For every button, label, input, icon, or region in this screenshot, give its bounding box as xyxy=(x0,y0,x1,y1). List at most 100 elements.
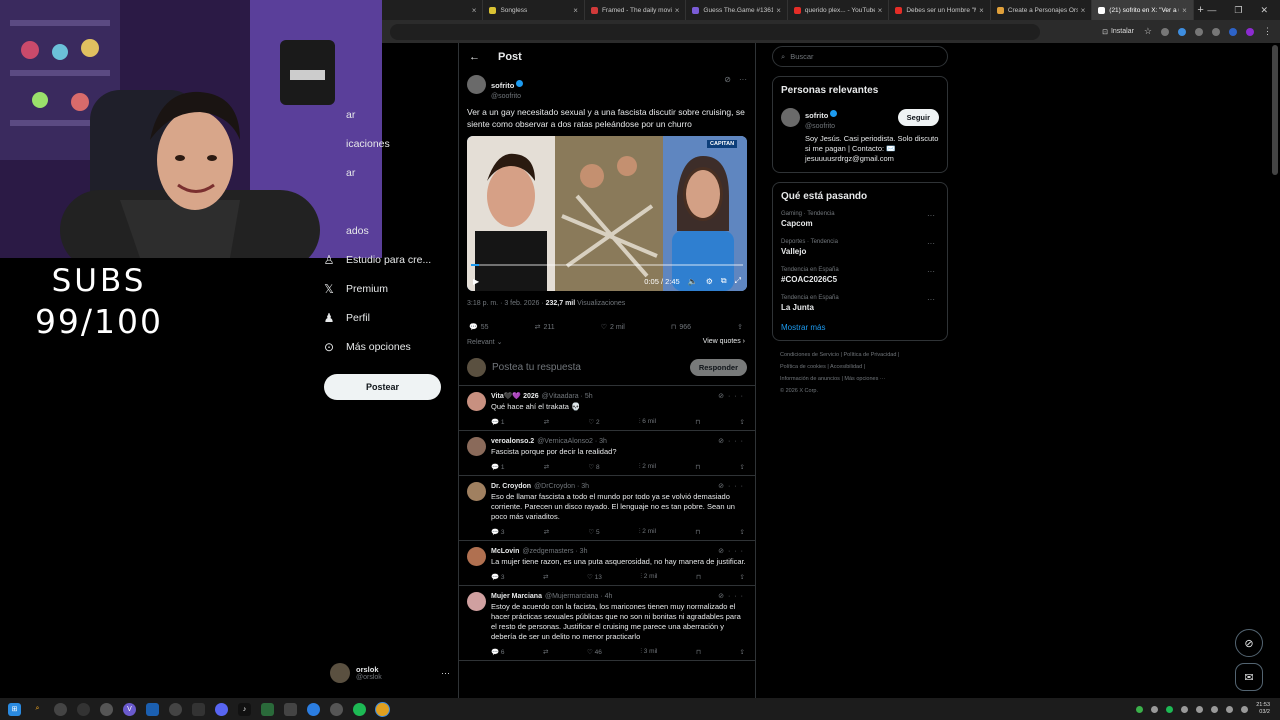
nav-item-creator-studio[interactable]: ♙ Estudio para cre... xyxy=(322,245,458,274)
comment-item[interactable]: Vita🖤💜 2026 @Vitaadara · 5h ⊘··· Qué hace a… xyxy=(459,386,755,431)
reply-action[interactable]: 💬 6 xyxy=(491,648,505,656)
like-action[interactable]: ♡ 13 xyxy=(587,573,602,581)
trend-item[interactable]: Tendencia en España La Junta ··· xyxy=(781,295,939,312)
footer-line[interactable]: Información de anuncios | Más opciones ·… xyxy=(780,373,940,385)
more-icon[interactable]: ··· xyxy=(927,239,935,248)
trend-item[interactable]: Tendencia en España #COAC2026C5 ··· xyxy=(781,267,939,284)
author-name[interactable]: sofrito xyxy=(491,81,514,90)
app-icon[interactable] xyxy=(100,702,113,716)
address-bar[interactable] xyxy=(390,23,1040,40)
back-arrow-icon[interactable]: ← xyxy=(469,51,480,63)
comment-item[interactable]: Mujer Marciana @Mujermarciana · 4h ⊘··· Est… xyxy=(459,586,755,661)
show-more-link[interactable]: Mostrar más xyxy=(781,323,939,332)
sort-dropdown[interactable]: Relevant ⌄ xyxy=(467,338,502,346)
tab-guess-the-game[interactable]: Guess The.Game #1361 × xyxy=(686,0,788,20)
comment-item[interactable]: Dr. Croydon @DrCroydon · 3h ⊘··· Eso de lla… xyxy=(459,476,755,541)
wifi-icon[interactable] xyxy=(1226,705,1234,713)
scrollbar[interactable] xyxy=(1272,45,1278,175)
comment-author[interactable]: Mujer Marciana xyxy=(491,593,542,600)
more-icon[interactable]: ··· xyxy=(739,75,747,100)
avatar[interactable] xyxy=(467,482,486,501)
grok-icon[interactable]: ⊘ xyxy=(718,593,728,600)
tray-icon[interactable] xyxy=(1166,705,1174,713)
extension-icon[interactable] xyxy=(1229,27,1237,36)
repost-action[interactable]: ⇄ xyxy=(543,648,548,656)
clock[interactable]: 21:53 03/2 xyxy=(1256,702,1270,716)
follow-button[interactable]: Seguir xyxy=(897,109,939,126)
bookmark-star-icon[interactable]: ☆ xyxy=(1144,26,1152,37)
post-button[interactable]: Postear xyxy=(324,374,441,400)
grok-icon[interactable]: ⊘ xyxy=(718,393,728,400)
reply-input[interactable]: Postea tu respuesta xyxy=(492,362,690,373)
like-action[interactable]: ♡ 2 xyxy=(588,418,599,426)
close-icon[interactable]: × xyxy=(776,6,781,15)
close-window-icon[interactable]: ✕ xyxy=(1260,5,1268,16)
bookmark-action[interactable]: ⊓ xyxy=(696,573,701,581)
close-icon[interactable]: × xyxy=(573,6,578,15)
tab-youtube[interactable]: querido plex... - YouTube × xyxy=(788,0,890,20)
nav-item-more-options[interactable]: ⊙ Más opciones xyxy=(322,332,458,361)
trend-item[interactable]: Deportes · Tendencia Vallejo ··· xyxy=(781,239,939,256)
avatar[interactable] xyxy=(467,547,486,566)
tiktok-icon[interactable]: ♪ xyxy=(238,702,251,716)
extensions-puzzle-icon[interactable] xyxy=(1195,27,1203,36)
tab-framed[interactable]: Framed - The daily movie × xyxy=(585,0,687,20)
share-action[interactable]: ⇪ xyxy=(740,528,745,536)
tray-icon[interactable] xyxy=(1211,705,1219,713)
reply-button[interactable]: Responder xyxy=(689,359,747,376)
like-action[interactable]: ♡ 2 mil xyxy=(601,323,625,332)
tray-icon[interactable] xyxy=(1151,705,1159,713)
account-switcher[interactable]: orslok @orslok ··· xyxy=(330,663,450,683)
windows-start-icon[interactable]: ⊞ xyxy=(8,702,21,716)
comment-author[interactable]: veroalonso.2 xyxy=(491,438,534,445)
volume-icon[interactable]: 🔈 xyxy=(688,277,698,286)
app-icon[interactable] xyxy=(284,702,297,716)
nav-item-partial-3[interactable]: ar xyxy=(322,158,458,187)
pip-icon[interactable]: ⧉ xyxy=(721,276,727,286)
comment-item[interactable]: McLovin @zedgemasters · 3h ⊘··· La mujer ti… xyxy=(459,541,755,586)
reply-action[interactable]: 💬 3 xyxy=(491,528,505,536)
extension-icon[interactable] xyxy=(1161,27,1169,36)
profile-avatar-icon[interactable] xyxy=(1246,27,1254,36)
repost-action[interactable]: ⇄ xyxy=(544,418,549,426)
reply-action[interactable]: 💬 1 xyxy=(491,418,505,426)
new-tab-icon[interactable]: + xyxy=(1194,4,1208,16)
more-icon[interactable]: ··· xyxy=(728,438,747,445)
more-icon[interactable]: ··· xyxy=(927,267,935,276)
relevant-name[interactable]: sofrito xyxy=(805,111,828,120)
share-action[interactable]: ⇪ xyxy=(740,418,745,426)
nav-item-notifications[interactable]: icaciones xyxy=(322,129,458,158)
video-player[interactable]: CAPITAN ▶ 0:05 / 2:45 🔈 ⚙ ⧉ ⤢ xyxy=(467,136,747,291)
share-action[interactable]: ⇪ xyxy=(737,323,743,331)
comment-handle[interactable]: @VernicaAlonso2 · 3h xyxy=(537,438,607,445)
app-icon[interactable] xyxy=(192,702,205,716)
comment-author[interactable]: Dr. Croydon xyxy=(491,483,531,490)
avatar[interactable] xyxy=(467,437,486,456)
more-icon[interactable]: ··· xyxy=(728,393,747,400)
close-icon[interactable]: × xyxy=(675,6,680,15)
grok-button[interactable]: ⊘ xyxy=(1235,629,1263,657)
bookmark-action[interactable]: ⊓ xyxy=(695,528,700,536)
nav-item-saved[interactable]: ados xyxy=(322,216,458,245)
app-icon[interactable] xyxy=(77,702,90,716)
close-icon[interactable]: × xyxy=(878,6,883,15)
post-timestamp[interactable]: 3:18 p. m. · 3 feb. 2026 · xyxy=(467,300,546,307)
share-action[interactable]: ⇪ xyxy=(740,573,745,581)
bookmark-action[interactable]: ⊓ xyxy=(696,648,701,656)
like-action[interactable]: ♡ 5 xyxy=(588,528,599,536)
comment-author[interactable]: Vita🖤💜 2026 xyxy=(491,392,539,400)
tray-icon[interactable] xyxy=(1181,705,1189,713)
like-action[interactable]: ♡ 8 xyxy=(588,463,599,471)
views-action[interactable]: ⫶ 2 mil xyxy=(639,528,656,536)
minimize-icon[interactable]: — xyxy=(1207,5,1216,16)
views-action[interactable]: ⫶ 3 mil xyxy=(640,648,657,656)
comment-handle[interactable]: @zedgemasters · 3h xyxy=(522,548,587,555)
more-icon[interactable]: ··· xyxy=(728,548,747,555)
footer-line[interactable]: Política de cookies | Accesibilidad | xyxy=(780,361,940,373)
views-action[interactable]: ⫶ 6 mil xyxy=(639,418,656,426)
extension-icon[interactable] xyxy=(1212,27,1220,36)
more-icon[interactable]: ··· xyxy=(441,668,450,678)
nav-item-partial-4[interactable] xyxy=(322,187,458,216)
close-icon[interactable]: × xyxy=(1081,6,1086,15)
chrome-icon[interactable] xyxy=(376,702,389,716)
